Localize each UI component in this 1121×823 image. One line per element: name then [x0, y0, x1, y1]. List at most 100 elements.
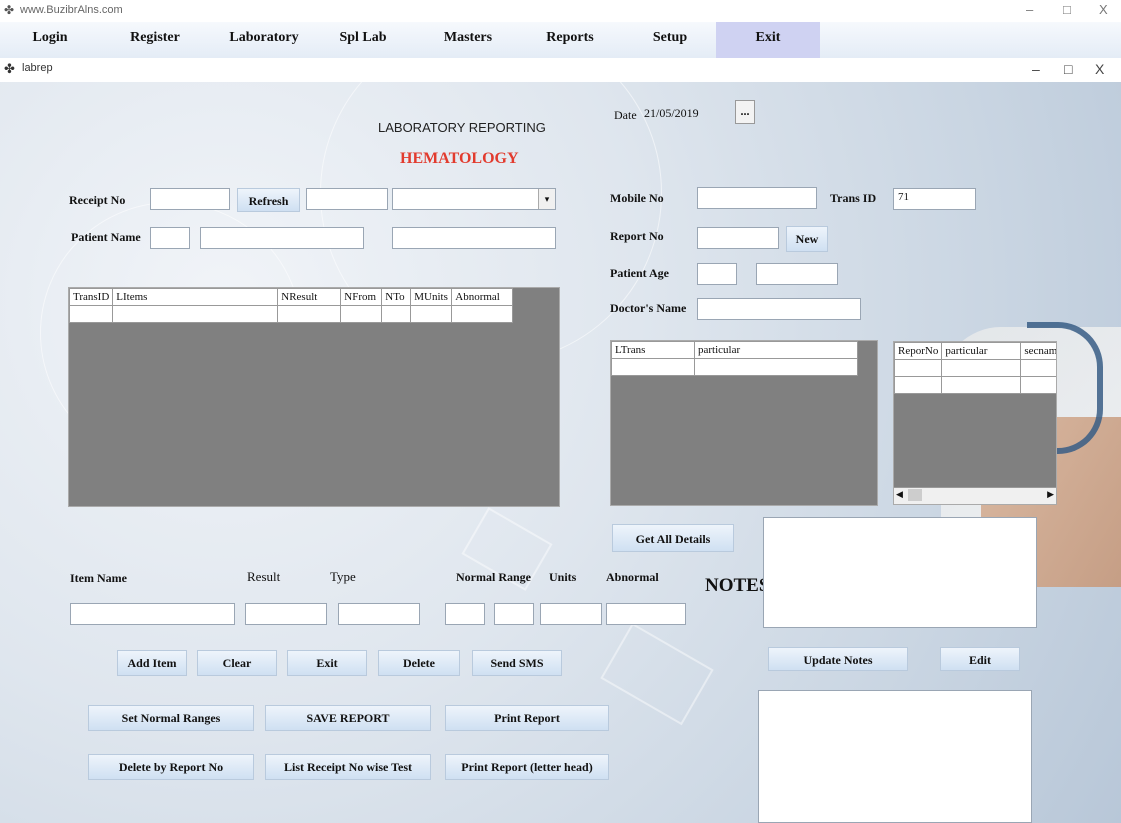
item-name-label: Item Name — [70, 571, 127, 585]
normal-range-to-input[interactable] — [494, 603, 534, 625]
receipt-dropdown[interactable]: ▾ — [392, 188, 556, 210]
column-header[interactable]: TransID — [69, 288, 114, 306]
maximize-button[interactable]: □ — [1063, 2, 1071, 17]
menu-bar: Login Register Laboratory Spl Lab Master… — [0, 22, 1121, 59]
menu-register[interactable]: Register — [118, 22, 192, 58]
lab-report-form: LABORATORY REPORTING HEMATOLOGY Date 21/… — [0, 82, 1121, 823]
normal-range-label: Normal Range — [456, 570, 531, 584]
menu-spl-lab[interactable]: Spl Lab — [330, 22, 396, 58]
patient-title-input[interactable] — [150, 227, 190, 249]
column-header[interactable]: ReporNo — [894, 342, 943, 360]
type-input[interactable] — [338, 603, 420, 625]
list-receipt-no-wise-test-button[interactable]: List Receipt No wise Test — [265, 754, 431, 780]
send-sms-button[interactable]: Send SMS — [472, 650, 562, 676]
exit-button[interactable]: Exit — [287, 650, 367, 676]
column-header[interactable]: Abnormal — [451, 288, 514, 306]
items-grid[interactable]: TransID LItems NResult NFrom NTo MUnits … — [68, 287, 560, 507]
mobile-no-input[interactable] — [697, 187, 817, 209]
minimize-button[interactable]: – — [1026, 2, 1033, 17]
patient-age-unit-input[interactable] — [756, 263, 838, 285]
save-report-button[interactable]: SAVE REPORT — [265, 705, 431, 731]
update-notes-button[interactable]: Update Notes — [768, 647, 908, 671]
chevron-down-icon[interactable]: ▾ — [538, 189, 555, 209]
item-name-input[interactable] — [70, 603, 235, 625]
column-header[interactable]: particular — [694, 341, 858, 359]
section-title: HEMATOLOGY — [400, 150, 519, 167]
column-header[interactable]: MUnits — [410, 288, 453, 306]
mobile-no-label: Mobile No — [610, 191, 664, 205]
report-no-label: Report No — [610, 229, 664, 243]
column-header[interactable]: secnam — [1020, 342, 1056, 360]
items-table: TransID LItems NResult NFrom NTo MUnits … — [69, 288, 514, 323]
column-header[interactable]: LTrans — [611, 341, 695, 359]
column-header[interactable]: NTo — [381, 288, 412, 306]
receipt-no-input[interactable] — [150, 188, 230, 210]
menu-laboratory[interactable]: Laboratory — [222, 22, 306, 58]
table-row[interactable] — [611, 358, 858, 376]
abnormal-input[interactable] — [606, 603, 686, 625]
menu-setup[interactable]: Setup — [640, 22, 700, 58]
delete-by-report-no-button[interactable]: Delete by Report No — [88, 754, 254, 780]
table-row[interactable] — [894, 359, 1056, 377]
clear-button[interactable]: Clear — [197, 650, 277, 676]
units-label: Units — [549, 570, 577, 584]
patient-age-label: Patient Age — [610, 266, 669, 280]
trans-id-input[interactable]: 71 — [893, 188, 976, 210]
column-header[interactable]: LItems — [112, 288, 279, 306]
get-all-details-button[interactable]: Get All Details — [612, 524, 734, 552]
new-button[interactable]: New — [786, 226, 828, 252]
print-report-button[interactable]: Print Report — [445, 705, 609, 731]
table-header-row: ReporNo particular secnam — [894, 342, 1056, 360]
result-label: Result — [247, 569, 281, 584]
child-maximize-button[interactable]: □ — [1064, 61, 1072, 77]
table-row[interactable] — [894, 376, 1056, 394]
date-picker-button[interactable]: ... — [735, 100, 755, 124]
column-header[interactable]: NResult — [277, 288, 342, 306]
patient-age-input[interactable] — [697, 263, 737, 285]
patient-extra-input[interactable] — [392, 227, 556, 249]
title-bar: ✤ www.BuzibrAlns.com – □ X — [0, 0, 1121, 22]
receipt-extra-input[interactable] — [306, 188, 388, 210]
patient-name-label: Patient Name — [71, 230, 141, 244]
add-item-button[interactable]: Add Item — [117, 650, 187, 676]
report-no-input[interactable] — [697, 227, 779, 249]
menu-login[interactable]: Login — [22, 22, 78, 58]
table-header-row: TransID LItems NResult NFrom NTo MUnits … — [69, 288, 514, 306]
print-report-letter-head-button[interactable]: Print Report (letter head) — [445, 754, 609, 780]
scroll-right-icon[interactable]: ▶ — [1047, 489, 1054, 500]
trans-id-label: Trans ID — [830, 191, 877, 205]
date-field[interactable]: 21/05/2019 — [640, 104, 728, 126]
report-grid[interactable]: ReporNo particular secnam ◀ ▶ — [893, 341, 1057, 505]
doctors-name-input[interactable] — [697, 298, 861, 320]
result-input[interactable] — [245, 603, 327, 625]
edit-button[interactable]: Edit — [940, 647, 1020, 671]
doctors-name-label: Doctor's Name — [610, 301, 687, 315]
child-close-button[interactable]: X — [1095, 61, 1104, 77]
date-label: Date — [614, 108, 637, 122]
menu-masters[interactable]: Masters — [430, 22, 506, 58]
app-icon: ✤ — [4, 3, 15, 17]
column-header[interactable]: NFrom — [340, 288, 383, 306]
set-normal-ranges-button[interactable]: Set Normal Ranges — [88, 705, 254, 731]
close-button[interactable]: X — [1099, 2, 1108, 17]
patient-name-input[interactable] — [200, 227, 364, 249]
delete-button[interactable]: Delete — [378, 650, 460, 676]
notes-textarea[interactable] — [763, 517, 1037, 628]
child-window-title: labrep — [22, 62, 53, 74]
scroll-left-icon[interactable]: ◀ — [896, 489, 903, 500]
table-row[interactable] — [69, 305, 514, 323]
child-app-icon: ✤ — [4, 61, 15, 76]
horizontal-scrollbar[interactable]: ◀ ▶ — [894, 487, 1056, 504]
scroll-thumb[interactable] — [908, 489, 922, 501]
ltrans-grid[interactable]: LTrans particular — [610, 340, 878, 506]
window-title: www.BuzibrAlns.com — [20, 4, 123, 16]
column-header[interactable]: particular — [941, 342, 1022, 360]
refresh-button[interactable]: Refresh — [237, 188, 300, 212]
units-input[interactable] — [540, 603, 602, 625]
normal-range-from-input[interactable] — [445, 603, 485, 625]
receipt-no-label: Receipt No — [69, 193, 126, 207]
notes-preview-textarea[interactable] — [758, 690, 1032, 823]
child-minimize-button[interactable]: – — [1032, 61, 1040, 77]
menu-exit[interactable]: Exit — [716, 22, 820, 58]
menu-reports[interactable]: Reports — [534, 22, 606, 58]
